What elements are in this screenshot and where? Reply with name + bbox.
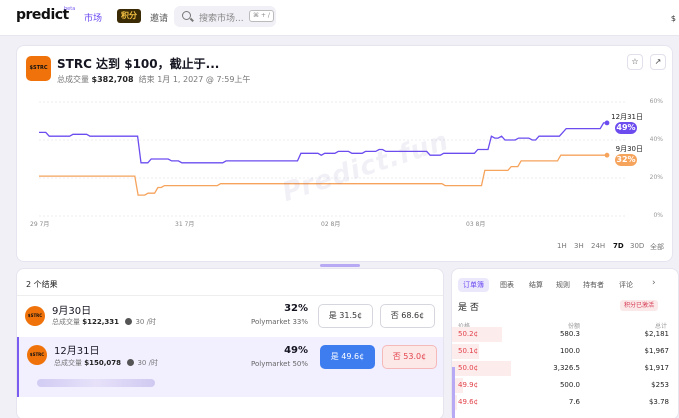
outcome-title: 12月31日 [54, 346, 100, 357]
toggle-yes[interactable]: 是 [458, 303, 467, 313]
order-size: 580.3 [559, 330, 580, 338]
order-total: $1,917 [644, 364, 670, 372]
volume-label: 总成交量 [52, 318, 80, 326]
x-tick: 03 8月 [466, 221, 486, 228]
series-line-0 [39, 122, 607, 164]
toggle-no[interactable]: 否 [470, 303, 479, 313]
price-chart[interactable] [17, 46, 674, 263]
range-24h[interactable]: 24H [591, 242, 605, 250]
order-price: 50.1¢ [458, 347, 479, 355]
results-count: 2 个结果 [26, 280, 58, 289]
orderbook-row[interactable]: 49.9¢ 500.0 $253 [452, 377, 679, 394]
orderbook-card: 订单簿 图表 结算 规则 持有者 评论 › 是 否 积分已激活 价格 份额 总计… [451, 268, 679, 418]
range-30d[interactable]: 30D [630, 242, 644, 250]
liquidity-icon [127, 359, 135, 366]
order-size: 500.0 [559, 381, 580, 389]
outcome-row[interactable]: $STRC 9月30日 总成交量 $122,331 30 /时 32% Poly… [17, 295, 443, 336]
range-3h[interactable]: 3H [574, 242, 584, 250]
polymarket-probability: Polymarket 33% [251, 318, 308, 326]
order-total: $2,181 [644, 330, 670, 338]
search-input[interactable]: 搜索市场... ⌘ + / [174, 6, 276, 27]
order-total: $3.78 [648, 398, 669, 406]
y-tick: 40% [649, 136, 663, 143]
polymarket-probability: Polymarket 50% [251, 360, 308, 368]
tab-chart[interactable]: 图表 [500, 280, 514, 290]
series-endpoint-1 [604, 152, 610, 158]
volume-label: 总成交量 [54, 359, 82, 367]
volume-value: $122,331 [82, 318, 119, 326]
logo[interactable]: predict [16, 7, 69, 23]
order-total: $253 [651, 381, 669, 389]
order-price: 49.6¢ [458, 398, 479, 406]
range-7d[interactable]: 7D [613, 242, 624, 250]
y-tick: 20% [649, 174, 663, 181]
series-label-sep30: 9月30日 [615, 145, 643, 153]
orderbook-row[interactable]: 50.0¢ 3,326.5 $1,917 [452, 360, 679, 377]
series-endpoint-0 [604, 120, 610, 126]
y-tick: 60% [649, 98, 663, 105]
nav-invite-link[interactable]: 邀请 [150, 11, 168, 24]
range-all[interactable]: 全部 [650, 242, 664, 252]
buy-yes-button[interactable]: 是 49.6¢ [320, 345, 375, 369]
orderbook-row[interactable]: 50.2¢ 580.3 $2,181 [452, 326, 679, 343]
series-value-sep30: 32% [615, 154, 637, 166]
outcome-toggle[interactable]: 是 否 [458, 300, 479, 313]
liquidity-value: 30 /时 [137, 359, 158, 367]
order-price: 49.9¢ [458, 381, 479, 389]
blurred-content [37, 379, 155, 387]
outcome-logo: $STRC [27, 345, 47, 365]
orderbook-row[interactable]: 50.1¢ 100.0 $1,967 [452, 343, 679, 360]
x-tick: 29 7月 [30, 221, 50, 228]
outcome-meta: 总成交量 $122,331 30 /时 [52, 317, 156, 327]
chevron-right-icon[interactable]: › [652, 278, 656, 288]
outcome-row-selected[interactable]: $STRC 12月31日 总成交量 $150,078 30 /时 49% Pol… [17, 337, 443, 397]
order-size: 3,326.5 [553, 364, 580, 372]
search-shortcut-badge: ⌘ + / [249, 10, 274, 22]
beta-tag: beta [64, 6, 76, 12]
order-total: $1,967 [644, 347, 670, 355]
selection-stripe [452, 367, 455, 418]
search-icon [182, 11, 191, 20]
series-value-dec31: 49% [615, 122, 637, 134]
range-1h[interactable]: 1H [557, 242, 567, 250]
nav-market-link[interactable]: 市场 [84, 11, 102, 24]
liquidity-icon [125, 318, 133, 325]
results-card: 2 个结果 $STRC 9月30日 总成交量 $122,331 30 /时 32… [16, 268, 444, 418]
x-tick: 02 8月 [321, 221, 341, 228]
nav-points-button[interactable]: 积分 [117, 9, 141, 23]
tab-holders[interactable]: 持有者 [583, 280, 604, 290]
buy-yes-button[interactable]: 是 31.5¢ [318, 304, 373, 328]
outcome-logo: $STRC [25, 306, 45, 326]
orderbook-row[interactable]: 49.6¢ 7.6 $3.78 [452, 394, 679, 411]
resize-handle[interactable] [320, 264, 360, 267]
outcome-probability: 32% [284, 303, 308, 314]
outcome-title: 9月30日 [52, 306, 92, 317]
balance-text: $ [670, 14, 676, 23]
buy-no-button[interactable]: 否 53.0¢ [382, 345, 437, 369]
order-price: 50.2¢ [458, 330, 479, 338]
y-tick: 0% [653, 212, 663, 219]
x-tick: 31 7月 [175, 221, 195, 228]
outcome-probability: 49% [284, 345, 308, 356]
tab-orderbook[interactable]: 订单簿 [458, 278, 489, 292]
market-chart-card: $STRC STRC 达到 $100，截止于... ⌄ 总成交量 $382,70… [16, 45, 673, 262]
outcome-meta: 总成交量 $150,078 30 /时 [54, 358, 158, 368]
series-label-dec31: 12月31日 [611, 113, 643, 121]
buy-no-button[interactable]: 否 68.6¢ [380, 304, 435, 328]
order-price: 50.0¢ [458, 364, 479, 372]
top-nav: predict beta 市场 积分 邀请 搜索市场... ⌘ + / $ [0, 0, 679, 36]
points-active-badge: 积分已激活 [620, 300, 659, 311]
order-size: 7.6 [568, 398, 580, 406]
liquidity-value: 30 /时 [135, 318, 156, 326]
volume-value: $150,078 [84, 359, 121, 367]
tab-settlement[interactable]: 结算 [529, 280, 543, 290]
search-placeholder: 搜索市场... [199, 14, 244, 24]
tab-comments[interactable]: 评论 [619, 280, 633, 290]
order-size: 100.0 [559, 347, 580, 355]
tab-rules[interactable]: 规则 [556, 280, 570, 290]
